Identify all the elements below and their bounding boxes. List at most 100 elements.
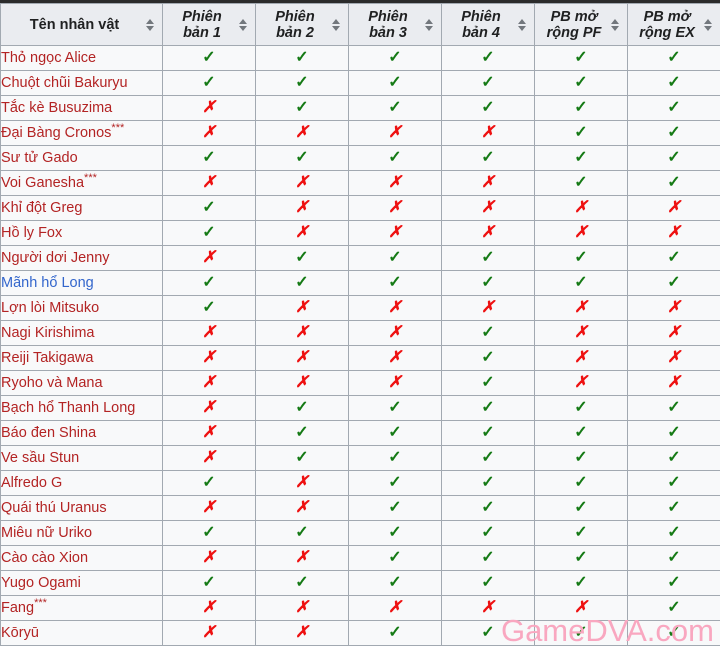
check-icon: ✓ bbox=[667, 249, 681, 266]
character-name-label: Khỉ đột Greg bbox=[1, 200, 83, 216]
character-name-cell[interactable]: Chuột chũi Bakuryu bbox=[0, 70, 163, 96]
table-row: Quái thú Uranus ✗ ✗ ✓ ✓ ✓ ✓ bbox=[0, 495, 720, 521]
table-row: Người dơi Jenny ✗ ✓ ✓ ✓ ✓ ✓ bbox=[0, 245, 720, 271]
sort-arrows-icon[interactable] bbox=[238, 18, 249, 31]
character-name-cell[interactable]: Báo đen Shina bbox=[0, 420, 163, 446]
character-name-cell[interactable]: Sư tử Gado bbox=[0, 145, 163, 171]
character-name-cell[interactable]: Đại Bàng Cronos*** bbox=[0, 120, 163, 146]
check-icon: ✓ bbox=[667, 424, 681, 441]
character-name-cell[interactable]: Ryoho và Mana bbox=[0, 370, 163, 396]
character-name-cell[interactable]: Miêu nữ Uriko bbox=[0, 520, 163, 546]
sort-arrows-icon[interactable] bbox=[331, 18, 342, 31]
availability-cell: ✓ bbox=[441, 570, 535, 596]
check-icon: ✓ bbox=[574, 74, 588, 91]
table-row: Sư tử Gado ✓ ✓ ✓ ✓ ✓ ✓ bbox=[0, 145, 720, 171]
character-name-cell[interactable]: Cào cào Xion bbox=[0, 545, 163, 571]
availability-cell: ✓ bbox=[348, 495, 442, 521]
character-name-cell[interactable]: Yugo Ogami bbox=[0, 570, 163, 596]
cross-icon: ✗ bbox=[574, 224, 588, 241]
check-icon: ✓ bbox=[295, 149, 309, 166]
table-row: Bạch hổ Thanh Long ✗ ✓ ✓ ✓ ✓ ✓ bbox=[0, 395, 720, 421]
availability-cell: ✗ bbox=[255, 470, 349, 496]
character-name-cell[interactable]: Bạch hổ Thanh Long bbox=[0, 395, 163, 421]
column-header-2[interactable]: Phiên bản 2 bbox=[255, 3, 349, 46]
check-icon: ✓ bbox=[202, 149, 216, 166]
availability-cell: ✓ bbox=[162, 470, 256, 496]
sort-arrows-icon[interactable] bbox=[145, 18, 156, 31]
availability-cell: ✓ bbox=[348, 620, 442, 646]
character-name-cell[interactable]: Quái thú Uranus bbox=[0, 495, 163, 521]
availability-cell: ✓ bbox=[534, 495, 628, 521]
check-icon: ✓ bbox=[574, 549, 588, 566]
character-name-cell[interactable]: Tắc kè Busuzima bbox=[0, 95, 163, 121]
column-header-1[interactable]: Phiên bản 1 bbox=[162, 3, 256, 46]
column-header-3[interactable]: Phiên bản 3 bbox=[348, 3, 442, 46]
check-icon: ✓ bbox=[388, 49, 402, 66]
character-name-cell[interactable]: Người dơi Jenny bbox=[0, 245, 163, 271]
availability-cell: ✓ bbox=[162, 570, 256, 596]
check-icon: ✓ bbox=[202, 524, 216, 541]
check-icon: ✓ bbox=[388, 624, 402, 641]
cross-icon: ✗ bbox=[295, 374, 309, 391]
character-name-cell[interactable]: Ve sầu Stun bbox=[0, 445, 163, 471]
check-icon: ✓ bbox=[481, 549, 495, 566]
check-icon: ✓ bbox=[667, 449, 681, 466]
check-icon: ✓ bbox=[202, 574, 216, 591]
character-name-cell[interactable]: Voi Ganesha*** bbox=[0, 170, 163, 196]
sort-arrows-icon[interactable] bbox=[517, 18, 528, 31]
availability-cell: ✓ bbox=[534, 570, 628, 596]
availability-cell: ✗ bbox=[255, 320, 349, 346]
check-icon: ✓ bbox=[202, 224, 216, 241]
character-name-cell[interactable]: Alfredo G bbox=[0, 470, 163, 496]
character-name-cell[interactable]: Mãnh hổ Long bbox=[0, 270, 163, 296]
availability-cell: ✓ bbox=[348, 270, 442, 296]
availability-cell: ✓ bbox=[162, 45, 256, 71]
check-icon: ✓ bbox=[481, 249, 495, 266]
character-name-label: Mãnh hổ Long bbox=[1, 275, 94, 291]
availability-cell: ✓ bbox=[348, 145, 442, 171]
column-header-4[interactable]: Phiên bản 4 bbox=[441, 3, 535, 46]
sort-arrows-icon[interactable] bbox=[610, 18, 621, 31]
cross-icon: ✗ bbox=[202, 549, 216, 566]
footnote-marker: *** bbox=[84, 172, 97, 185]
cross-icon: ✗ bbox=[202, 424, 216, 441]
availability-cell: ✓ bbox=[441, 620, 535, 646]
character-name-cell[interactable]: Khỉ đột Greg bbox=[0, 195, 163, 221]
character-version-table-container: Tên nhân vật Phiên bản 1 Phiên bản 2 Phiên … bbox=[0, 3, 720, 648]
character-name-cell[interactable]: Fang*** bbox=[0, 595, 163, 621]
check-icon: ✓ bbox=[481, 499, 495, 516]
column-header-0[interactable]: Tên nhân vật bbox=[0, 3, 163, 46]
character-name-label: Thỏ ngọc Alice bbox=[1, 50, 97, 66]
table-body: Thỏ ngọc Alice ✓ ✓ ✓ ✓ ✓ ✓ Chuột chũi Bakuryu ✓ ✓… bbox=[0, 45, 720, 646]
character-name-cell[interactable]: Thỏ ngọc Alice bbox=[0, 45, 163, 71]
character-name-cell[interactable]: Nagi Kirishima bbox=[0, 320, 163, 346]
availability-cell: ✓ bbox=[255, 70, 349, 96]
character-name-cell[interactable]: Reiji Takigawa bbox=[0, 345, 163, 371]
character-name-cell[interactable]: Lợn lòi Mitsuko bbox=[0, 295, 163, 321]
cross-icon: ✗ bbox=[667, 324, 681, 341]
availability-cell: ✗ bbox=[627, 320, 720, 346]
availability-cell: ✓ bbox=[441, 345, 535, 371]
check-icon: ✓ bbox=[295, 424, 309, 441]
column-header-5[interactable]: PB mở rộng PF bbox=[534, 3, 628, 46]
check-icon: ✓ bbox=[481, 449, 495, 466]
check-icon: ✓ bbox=[388, 549, 402, 566]
availability-cell: ✓ bbox=[348, 395, 442, 421]
character-name-label: Fang bbox=[1, 600, 35, 616]
check-icon: ✓ bbox=[667, 49, 681, 66]
cross-icon: ✗ bbox=[202, 374, 216, 391]
character-name-cell[interactable]: Hồ ly Fox bbox=[0, 220, 163, 246]
cross-icon: ✗ bbox=[202, 174, 216, 191]
column-header-label: Tên nhân vật bbox=[29, 16, 120, 33]
check-icon: ✓ bbox=[481, 524, 495, 541]
character-name-cell[interactable]: Kōryū bbox=[0, 620, 163, 646]
availability-cell: ✓ bbox=[441, 270, 535, 296]
check-icon: ✓ bbox=[202, 274, 216, 291]
cross-icon: ✗ bbox=[295, 599, 309, 616]
availability-cell: ✗ bbox=[348, 320, 442, 346]
sort-arrows-icon[interactable] bbox=[703, 18, 714, 31]
column-header-6[interactable]: PB mở rộng EX bbox=[627, 3, 720, 46]
availability-cell: ✓ bbox=[627, 120, 720, 146]
table-row: Mãnh hổ Long ✓ ✓ ✓ ✓ ✓ ✓ bbox=[0, 270, 720, 296]
sort-arrows-icon[interactable] bbox=[424, 18, 435, 31]
